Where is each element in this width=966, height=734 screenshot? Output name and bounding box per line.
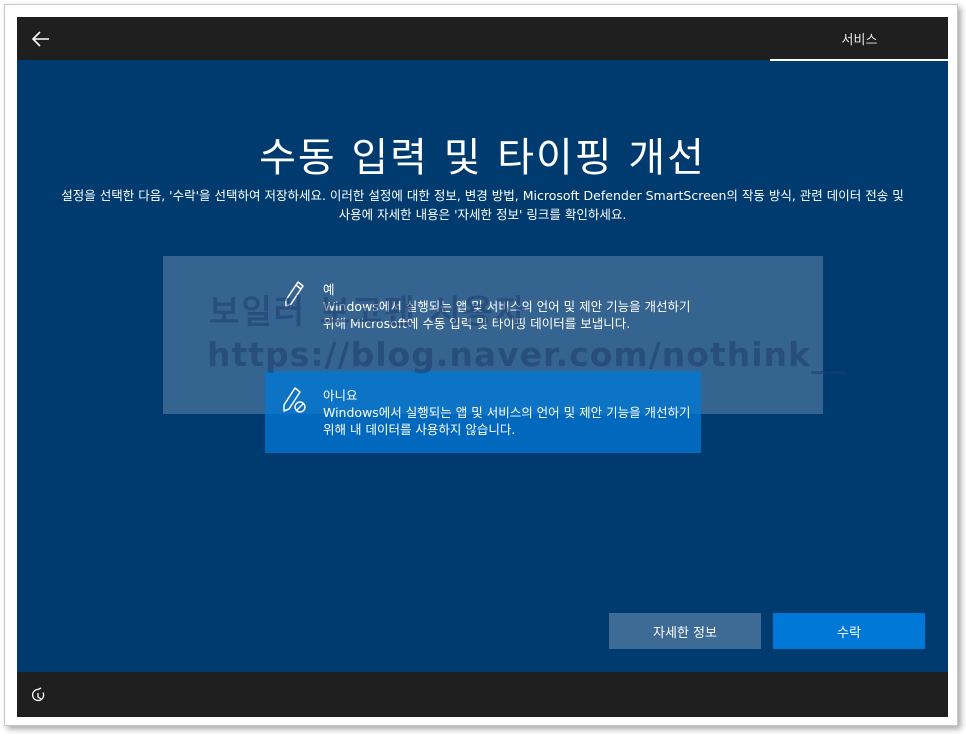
more-info-button[interactable]: 자세한 정보 (609, 613, 761, 649)
tab-services-label: 서비스 (841, 33, 878, 48)
tab-services[interactable]: 서비스 (771, 17, 948, 60)
option-no-description: Windows에서 실행되는 앱 및 서비스의 언어 및 제안 기능을 개선하기… (323, 405, 691, 437)
page-description: 설정을 선택한 다음, '수락'을 선택하여 저장하세요. 이러한 설정에 대한… (61, 188, 904, 222)
option-no[interactable]: 아니요 Windows에서 실행되는 앱 및 서비스의 언어 및 제안 기능을 … (277, 381, 697, 447)
watermark-url: https://blog.naver.com/nothink__ (207, 335, 846, 374)
back-arrow-icon[interactable] (29, 27, 53, 51)
bottom-bar (17, 672, 948, 717)
ease-of-access-icon[interactable] (29, 686, 47, 704)
oobe-screen: 서비스 수동 입력 및 타이핑 개선 설정을 선택한 다음, '수락'을 선택하… (17, 17, 948, 717)
option-no-text: 아니요 Windows에서 실행되는 앱 및 서비스의 언어 및 제안 기능을 … (323, 387, 695, 438)
page-title: 수동 입력 및 타이핑 개선 (259, 135, 706, 181)
screenshot-frame: 서비스 수동 입력 및 타이핑 개선 설정을 선택한 다음, '수락'을 선택하… (4, 4, 958, 726)
option-no-label: 아니요 (323, 388, 358, 403)
accept-button[interactable]: 수락 (773, 613, 925, 649)
pen-off-icon (281, 385, 307, 415)
watermark-text: 보일러 보고팬 시용자 (209, 292, 528, 331)
tab-active-indicator (770, 59, 948, 61)
top-bar: 서비스 (17, 17, 948, 61)
